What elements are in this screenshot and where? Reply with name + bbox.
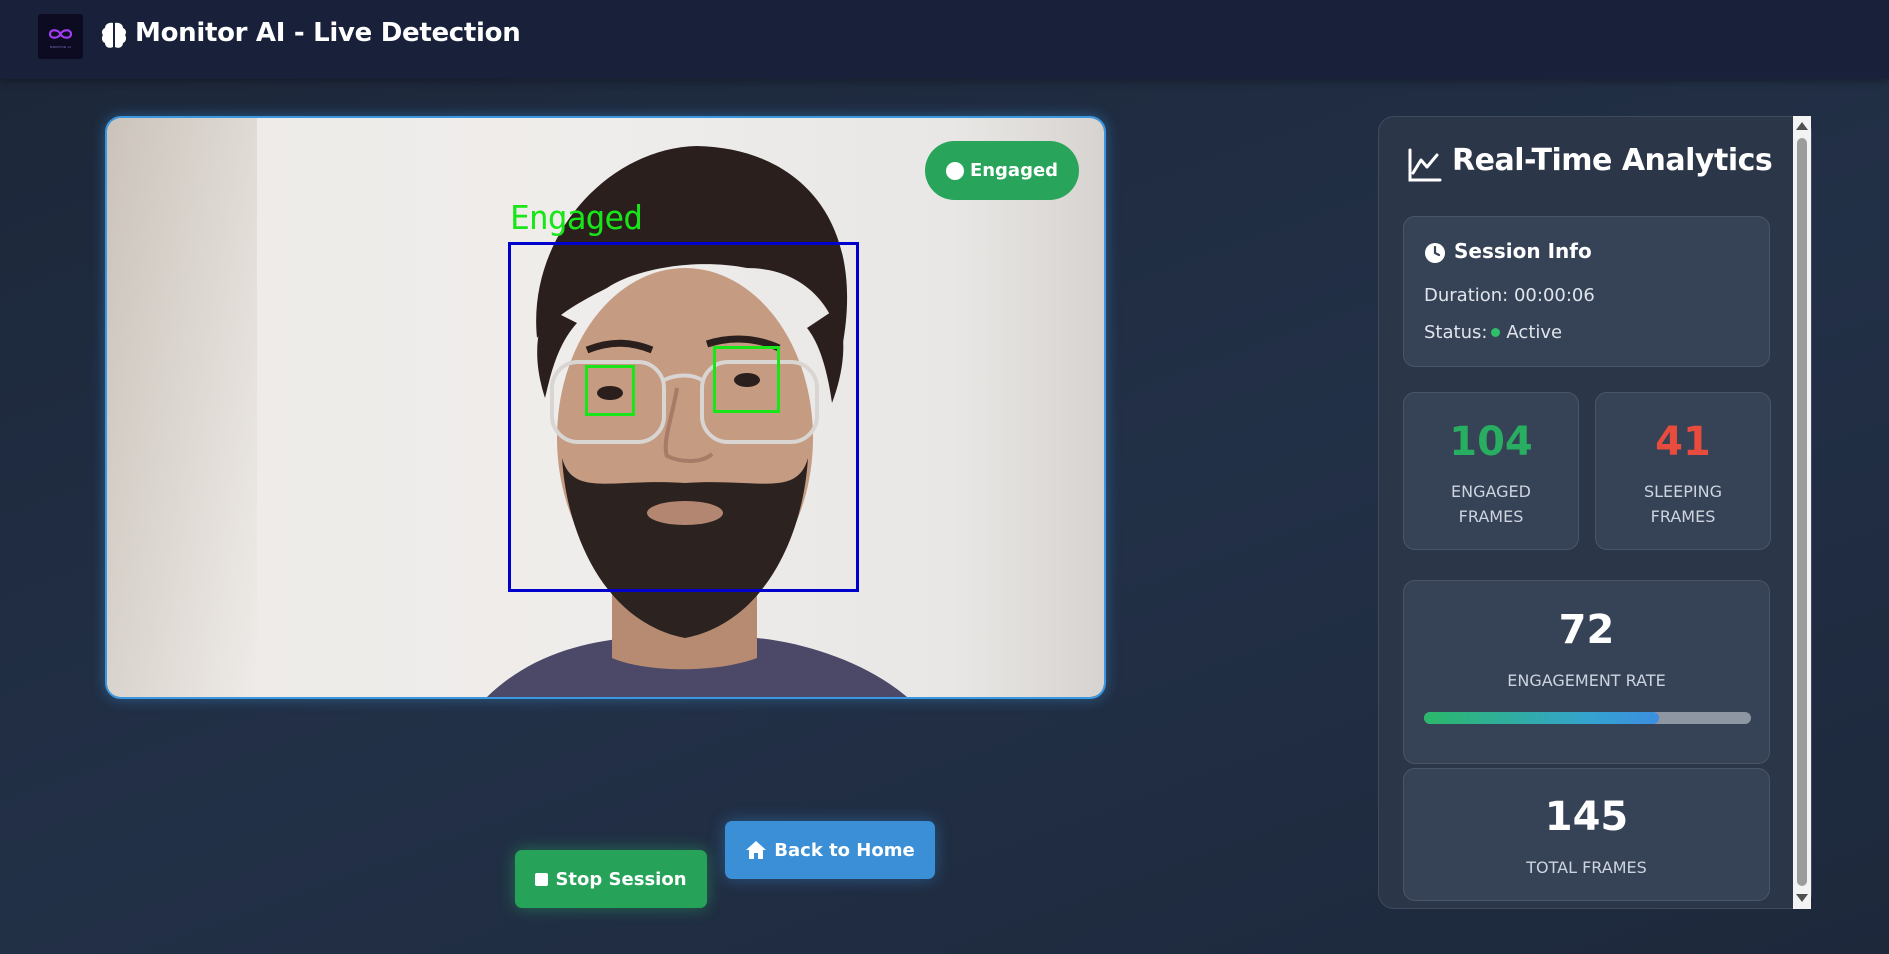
status-badge-label: Engaged xyxy=(969,160,1059,181)
panel-scrollbar[interactable] xyxy=(1793,116,1811,909)
engagement-rate-label: ENGAGEMENT RATE xyxy=(1507,671,1666,690)
stop-session-button[interactable]: Stop Session xyxy=(515,850,707,908)
page-title: Monitor AI - Live Detection xyxy=(135,18,521,48)
duration-label: Duration: xyxy=(1424,285,1509,306)
status-badge: Engaged xyxy=(925,141,1079,200)
scroll-thumb[interactable] xyxy=(1797,138,1807,886)
analytics-title: Real-Time Analytics xyxy=(1452,143,1773,178)
face-bounding-box xyxy=(508,242,859,592)
sleeping-frames-card: 41 SLEEPING FRAMES xyxy=(1595,392,1771,550)
engaged-frames-label: ENGAGED FRAMES xyxy=(1414,479,1568,529)
back-to-home-button[interactable]: Back to Home xyxy=(725,821,935,879)
session-info-title: Session Info xyxy=(1454,239,1592,263)
brain-icon xyxy=(101,22,127,48)
clock-icon xyxy=(1425,243,1445,263)
back-to-home-label: Back to Home xyxy=(774,839,915,861)
total-frames-label: TOTAL FRAMES xyxy=(1526,858,1647,877)
right-eye-box xyxy=(713,346,780,413)
engagement-progress-fill xyxy=(1424,712,1660,724)
home-icon xyxy=(746,841,767,859)
engaged-label-line2: FRAMES xyxy=(1458,507,1524,526)
engaged-label-line1: ENGAGED xyxy=(1451,482,1531,501)
logo-text: MONITOR AI xyxy=(49,45,72,49)
sleeping-frames-label: SLEEPING FRAMES xyxy=(1606,479,1760,529)
sleeping-frames-value: 41 xyxy=(1655,419,1711,465)
total-frames-value: 145 xyxy=(1544,794,1629,840)
engagement-rate-card: 72 ENGAGEMENT RATE xyxy=(1403,580,1770,764)
stop-icon xyxy=(535,872,549,886)
duration-value: 00:00:06 xyxy=(1513,285,1595,306)
status-label: Status: xyxy=(1424,322,1488,343)
scroll-down-arrow-icon[interactable] xyxy=(1796,894,1808,902)
duration-row: Duration: 00:00:06 xyxy=(1424,285,1595,306)
engaged-frames-card: 104 ENGAGED FRAMES xyxy=(1403,392,1579,550)
sleeping-label-line1: SLEEPING xyxy=(1643,482,1723,501)
infinity-logo-icon xyxy=(48,29,73,39)
scroll-up-arrow-icon[interactable] xyxy=(1796,122,1808,130)
status-value: Active xyxy=(1506,322,1563,343)
app-logo[interactable]: MONITOR AI xyxy=(38,14,83,59)
engagement-rate-value: 72 xyxy=(1558,607,1615,653)
status-row: Status: Active xyxy=(1424,322,1562,343)
sleeping-label-line2: FRAMES xyxy=(1650,507,1716,526)
stop-session-label: Stop Session xyxy=(555,868,687,890)
analytics-panel: Real-Time Analytics Session Info Duratio… xyxy=(1378,116,1812,909)
engaged-frames-value: 104 xyxy=(1449,419,1533,465)
chart-line-icon xyxy=(1408,148,1442,182)
video-feed: Engaged xyxy=(105,116,1106,699)
top-bar: MONITOR AI Monitor AI - Live Detection xyxy=(0,0,1889,79)
session-info-card: Session Info Duration: 00:00:06 Status: A… xyxy=(1403,216,1770,367)
active-dot-icon xyxy=(1491,327,1501,337)
detection-overlay-label: Engaged xyxy=(510,198,643,237)
total-frames-card: 145 TOTAL FRAMES xyxy=(1403,768,1770,901)
left-eye-box xyxy=(585,365,635,416)
engagement-progress-bar xyxy=(1424,712,1751,724)
status-dot-icon xyxy=(945,161,964,180)
